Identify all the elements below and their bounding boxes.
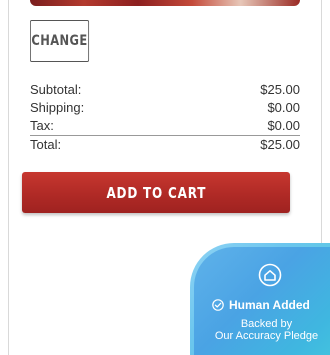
badge-line-1: Backed by: [240, 318, 293, 330]
total-label: Total:: [30, 137, 62, 152]
change-button[interactable]: CHANGE: [30, 20, 90, 62]
badge-title-row: Human Added: [212, 297, 330, 313]
badge-title: Human Added: [229, 298, 310, 312]
check-circle-icon: [212, 299, 224, 311]
accuracy-pledge-badge[interactable]: Human Added Backed by Our Accuracy Pledg…: [190, 243, 330, 355]
subtotal-row: Subtotal: $25.00: [30, 80, 300, 98]
home-icon: [258, 263, 282, 287]
change-button-label: CHANGE: [31, 33, 88, 49]
subtotal-value: $25.00: [260, 81, 300, 97]
shipping-label: Shipping:: [30, 99, 85, 115]
add-to-cart-button[interactable]: ADD TO CART: [22, 172, 290, 213]
tax-row: Tax: $0.00: [30, 116, 300, 134]
product-image: [30, 0, 300, 6]
tax-label: Tax:: [30, 117, 54, 133]
total-row: Total: $25.00: [30, 135, 300, 153]
add-to-cart-label: ADD TO CART: [106, 183, 206, 202]
badge-line-2: Our Accuracy Pledge: [214, 330, 319, 342]
subtotal-label: Subtotal:: [30, 81, 82, 97]
badge-subtitle: Backed by Our Accuracy Pledge: [204, 318, 329, 342]
shipping-row: Shipping: $0.00: [30, 98, 300, 116]
badge-panel: Human Added Backed by Our Accuracy Pledg…: [194, 247, 330, 355]
shipping-value: $0.00: [267, 99, 300, 115]
total-value: $25.00: [260, 137, 300, 152]
tax-value: $0.00: [267, 117, 300, 133]
order-summary: Subtotal: $25.00 Shipping: $0.00 Tax: $0…: [30, 80, 300, 153]
